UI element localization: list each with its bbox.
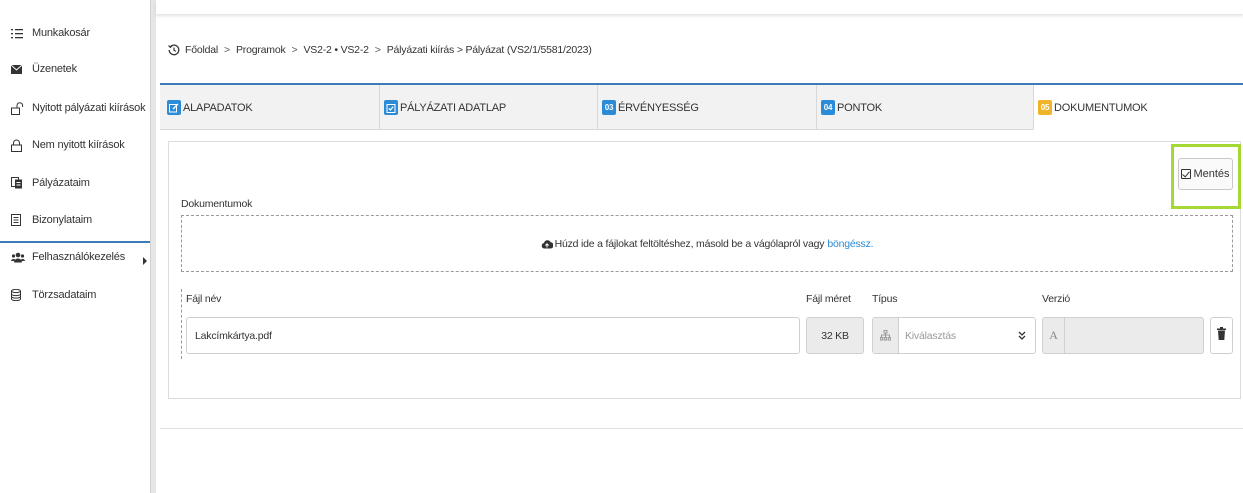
column-header-version: Verzió: [1042, 293, 1070, 305]
version-field: A: [1042, 317, 1204, 354]
sidebar-divider: [0, 241, 150, 243]
sidebar: Munkakosár Üzenetek Nyitott pályázati ki…: [0, 0, 150, 493]
tab-label: PONTOK: [837, 101, 883, 114]
envelope-icon: [11, 64, 27, 74]
app-window: Munkakosár Üzenetek Nyitott pályázati ki…: [0, 0, 1243, 493]
breadcrumb-item-program[interactable]: VS2-2 • VS2-2: [303, 44, 368, 56]
list-icon: [11, 28, 27, 39]
breadcrumb-separator: >: [291, 44, 298, 56]
sidebar-item-felhasznalokezeles[interactable]: Felhasználókezelés: [11, 246, 125, 268]
sidebar-item-palyazataim[interactable]: Pályázataim: [11, 172, 90, 194]
tab-alapadatok[interactable]: ALAPADATOK: [167, 85, 377, 130]
sidebar-item-label: Nem nyitott kiírások: [32, 139, 125, 151]
sidebar-scrollbar[interactable]: [150, 0, 156, 493]
tab-label: PÁLYÁZATI ADATLAP: [400, 101, 507, 114]
sidebar-item-nem-nyitott[interactable]: Nem nyitott kiírások: [11, 134, 125, 156]
checklist-icon: [384, 100, 398, 115]
breadcrumb-separator: >: [374, 44, 381, 56]
sidebar-item-label: Munkakosár: [32, 27, 90, 39]
delete-button[interactable]: [1210, 317, 1233, 354]
sidebar-item-munkakosar[interactable]: Munkakosár: [11, 22, 90, 44]
history-icon[interactable]: [168, 44, 180, 56]
edit-icon: [167, 100, 181, 115]
cloud-upload-icon: [541, 239, 553, 249]
users-icon: [11, 252, 27, 263]
filesize-value: 32 KB: [821, 329, 849, 342]
filesize-field: 32 KB: [806, 317, 864, 354]
filename-field[interactable]: Lakcímkártya.pdf: [186, 317, 800, 354]
file-dropzone[interactable]: Húzd ide a fájlokat feltöltéshez, másold…: [181, 215, 1233, 272]
browse-link[interactable]: böngéssz.: [827, 238, 873, 250]
column-header-type: Típus: [872, 293, 898, 305]
column-header-size: Fájl méret: [806, 293, 851, 305]
tab-palyazati-adatlap[interactable]: PÁLYÁZATI ADATLAP: [384, 85, 594, 130]
sidebar-item-label: Törzsadataim: [32, 289, 97, 301]
sidebar-item-label: Nyitott pályázati kiírások: [32, 102, 146, 114]
breadcrumb: Főoldal > Programok > VS2-2 • VS2-2 > Pá…: [168, 41, 592, 59]
trash-icon: [1217, 326, 1226, 345]
sidebar-item-label: Bizonylataim: [32, 214, 92, 226]
documents-section-label: Dokumentumok: [181, 198, 253, 210]
breadcrumb-item-programs[interactable]: Programok: [236, 44, 286, 56]
lock-icon: [11, 139, 27, 152]
tab-label: ALAPADATOK: [183, 101, 253, 114]
tab-dokumentumok[interactable]: 05 DOKUMENTUMOK: [1034, 85, 1243, 130]
tab-pontok[interactable]: 04 PONTOK: [821, 85, 1031, 130]
double-chevron-down-icon: [1015, 331, 1029, 340]
sidebar-item-uzenetek[interactable]: Üzenetek: [11, 58, 77, 80]
database-icon: [11, 289, 27, 301]
content-bottom-divider: [160, 428, 1243, 429]
tab-number-badge: 04: [821, 100, 835, 115]
tab-number-badge: 03: [602, 100, 616, 115]
filename-value: Lakcímkártya.pdf: [195, 329, 272, 342]
sidebar-item-torzsadataim[interactable]: Törzsadataim: [11, 284, 96, 306]
dropzone-text: Húzd ide a fájlokat feltöltéshez, másold…: [554, 237, 825, 250]
breadcrumb-item-home[interactable]: Főoldal: [185, 44, 218, 56]
version-prefix: A: [1043, 318, 1065, 353]
type-select-placeholder: Kiválasztás: [905, 329, 956, 342]
tab-bar: ALAPADATOK PÁLYÁZATI ADATLAP 03 ÉRVÉNYES…: [160, 83, 1243, 130]
tab-label: ÉRVÉNYESSÉG: [618, 101, 699, 114]
column-header-filename: Fájl név: [186, 293, 222, 305]
breadcrumb-separator: >: [224, 44, 230, 56]
caret-right-icon[interactable]: [143, 257, 147, 265]
checkbox-icon: [1181, 169, 1192, 179]
document-icon: [11, 214, 27, 226]
sidebar-item-nyitott-kiirasok[interactable]: Nyitott pályázati kiírások: [11, 97, 146, 119]
unlock-icon: [11, 101, 27, 115]
sidebar-item-label: Pályázataim: [32, 177, 90, 189]
save-button-label: Mentés: [1193, 168, 1230, 180]
sitemap-icon: [873, 318, 899, 353]
type-select[interactable]: Kiválasztás: [872, 317, 1036, 354]
save-button[interactable]: Mentés: [1178, 158, 1233, 190]
breadcrumb-item-current: Pályázati kiírás > Pályázat (VS2/1/5581/…: [386, 44, 592, 56]
sidebar-item-label: Üzenetek: [32, 63, 77, 75]
sidebar-item-label: Felhasználókezelés: [32, 251, 126, 263]
file-row-marker: [181, 289, 182, 359]
tab-ervenyesseg[interactable]: 03 ÉRVÉNYESSÉG: [602, 85, 812, 130]
tab-label: DOKUMENTUMOK: [1054, 101, 1148, 114]
top-bar: [156, 0, 1243, 14]
sidebar-item-bizonylataim[interactable]: Bizonylataim: [11, 209, 92, 231]
files-icon: [11, 177, 27, 189]
tab-number-badge: 05: [1038, 100, 1052, 115]
